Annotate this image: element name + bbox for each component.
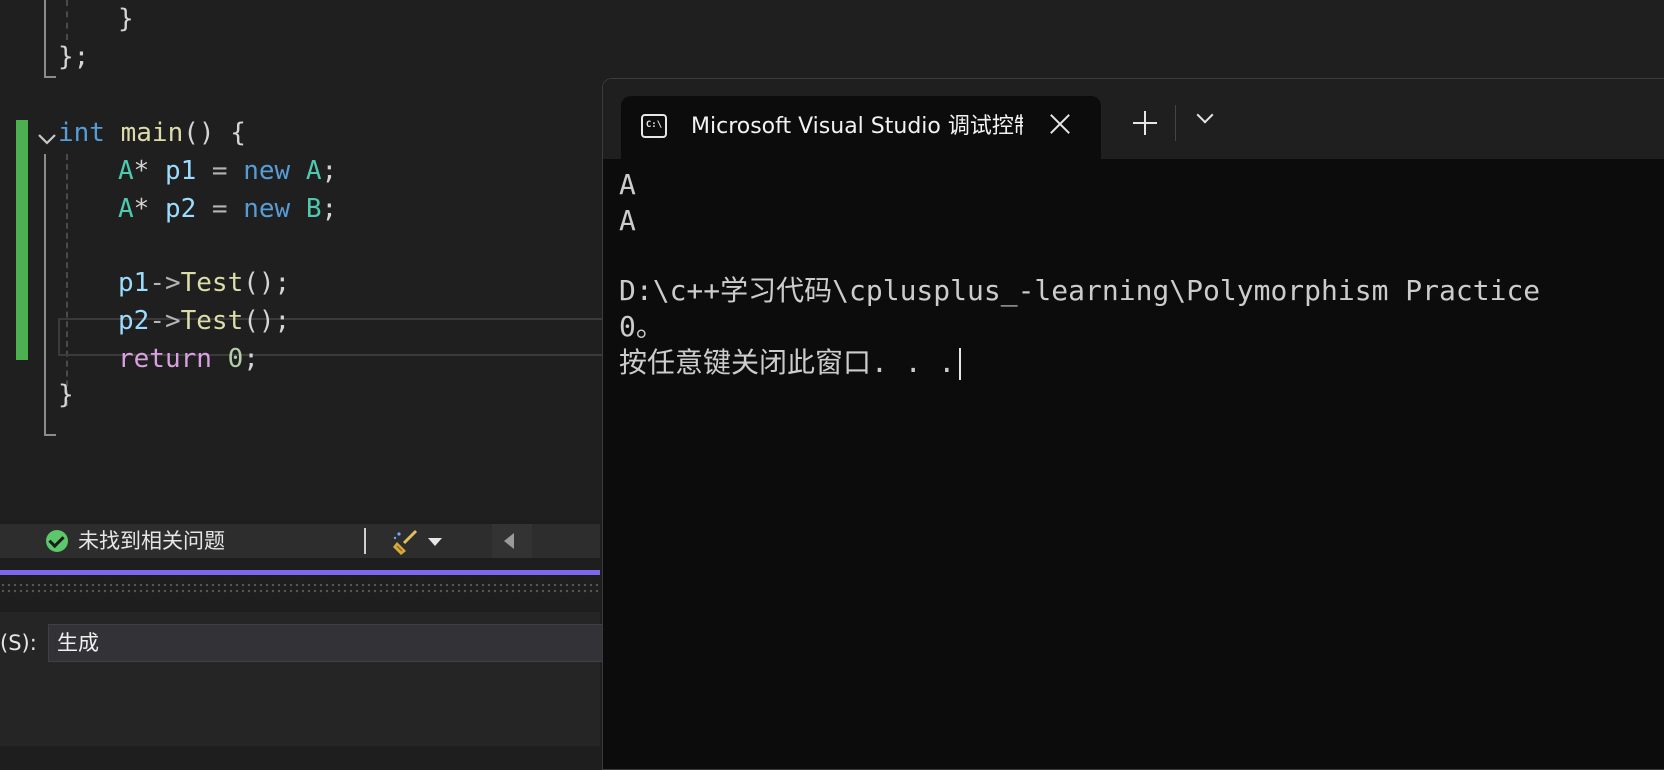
code-line[interactable]: A* p1 = new A; [118, 152, 337, 190]
tab-title: Microsoft Visual Studio 调试控制台 [691, 114, 1023, 139]
fold-chevron-icon[interactable] [36, 128, 58, 150]
indent-guide [66, 154, 68, 406]
code-token: p1 [118, 268, 150, 298]
issues-status-text[interactable]: 未找到相关问题 [78, 528, 225, 554]
code-token: Test [180, 306, 244, 336]
code-line[interactable]: p1->Test(); [118, 264, 290, 302]
status-separator [364, 528, 366, 554]
splitter-grip[interactable] [0, 582, 600, 596]
code-token: ; [321, 156, 338, 186]
code-token: main [120, 118, 184, 148]
code-token: } [58, 380, 74, 410]
code-token: }; [58, 42, 90, 72]
panel-accent-bar [0, 570, 600, 575]
terminal-line: A [619, 168, 636, 201]
code-token: new [243, 194, 291, 224]
code-token: return [118, 344, 212, 374]
code-token: 0 [227, 344, 244, 374]
terminal-line: 按任意键关闭此窗口. . . [619, 346, 956, 379]
code-token: * [133, 194, 165, 224]
code-line[interactable]: } [118, 0, 134, 38]
code-token: new [243, 156, 291, 186]
code-line[interactable]: p2->Test(); [118, 302, 290, 340]
output-panel: (S): 生成 [0, 612, 608, 746]
show-output-from-label: (S): [0, 631, 37, 655]
chevron-down-icon[interactable] [428, 538, 442, 546]
scope-end [44, 76, 56, 78]
code-line[interactable]: } [58, 376, 74, 414]
code-token: } [118, 4, 134, 34]
code-token: p1 [164, 156, 197, 186]
check-circle-icon [46, 530, 68, 552]
code-line[interactable]: return 0; [118, 340, 259, 378]
code-token: (); [243, 306, 291, 336]
code-token: = [196, 156, 244, 186]
code-token: ; [243, 344, 259, 374]
code-line[interactable]: A* p2 = new B; [118, 190, 337, 228]
code-token: A [118, 194, 134, 224]
change-indicator-bar [16, 120, 28, 360]
code-token: p2 [118, 306, 150, 336]
scope-line [44, 154, 46, 436]
code-line[interactable]: int main() { [58, 114, 246, 152]
close-icon[interactable] [1049, 113, 1071, 135]
text-cursor [959, 348, 962, 380]
terminal-line: D:\c++学习代码\cplusplus_-learning\Polymorph… [619, 274, 1541, 307]
broom-icon[interactable] [392, 528, 420, 556]
terminal-line: A [619, 204, 636, 237]
chevron-down-icon[interactable] [1197, 111, 1213, 127]
code-token: int [58, 118, 105, 148]
debug-console-window: C:\ Microsoft Visual Studio 调试控制台 A A D:… [602, 78, 1664, 770]
terminal-tab[interactable]: C:\ Microsoft Visual Studio 调试控制台 [621, 96, 1101, 159]
code-token: Test [180, 268, 244, 298]
code-token: A [305, 156, 322, 186]
code-token: -> [149, 306, 181, 336]
console-icon: C:\ [641, 114, 667, 138]
editor-status-bar: 未找到相关问题 [0, 524, 600, 558]
arrow-left-icon [504, 533, 514, 549]
new-tab-button[interactable] [1133, 111, 1157, 135]
indent-guide [66, 0, 68, 40]
code-token: = [196, 194, 244, 224]
code-token: B [305, 194, 322, 224]
terminal-prompt-line: 按任意键关闭此窗口. . . [619, 345, 962, 381]
scope-line [44, 0, 46, 78]
terminal-line: 0。 [619, 310, 664, 343]
titlebar-separator [1175, 105, 1176, 141]
code-token: ; [321, 194, 338, 224]
code-token: -> [149, 268, 181, 298]
code-token: p2 [164, 194, 197, 224]
code-line[interactable]: }; [58, 38, 89, 76]
code-token: (); [243, 268, 291, 298]
output-source-select[interactable]: 生成 [48, 624, 608, 662]
terminal-titlebar[interactable]: C:\ Microsoft Visual Studio 调试控制台 [603, 79, 1664, 159]
code-token: () { [183, 118, 246, 148]
code-token: A [118, 156, 134, 186]
terminal-output[interactable]: A A D:\c++学习代码\cplusplus_-learning\Polym… [619, 167, 1664, 767]
scope-end [44, 434, 56, 436]
code-token: * [133, 156, 165, 186]
